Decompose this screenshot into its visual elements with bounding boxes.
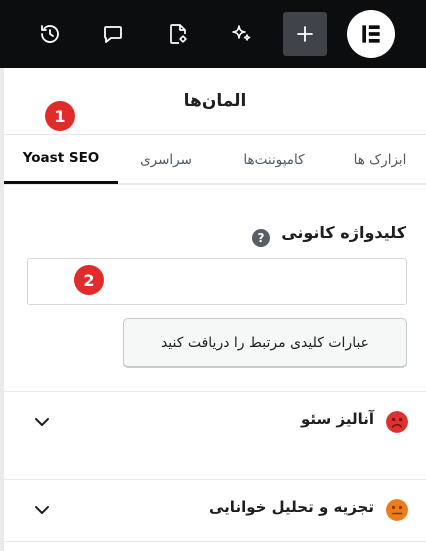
tab-yoast-seo[interactable]: Yoast SEO (4, 135, 118, 184)
elementor-logo (362, 25, 380, 43)
readability-analysis-title: تجزیه و تحلیل خوانایی (209, 498, 374, 516)
next-section-divider (4, 541, 426, 551)
ai-sparkle-icon (232, 25, 251, 41)
seo-analysis-title: آنالیز سئو (301, 410, 374, 428)
tab-global[interactable]: سراسری (118, 135, 214, 184)
chevron-down-icon[interactable] (32, 412, 52, 432)
annotation-badge-2: 2 (74, 265, 104, 295)
panel-tabs: ابزارک ها کامپوننت‌ها سراسری Yoast SEO (4, 134, 426, 184)
tab-components[interactable]: کامپوننت‌ها (216, 135, 332, 184)
readability-analysis-section[interactable]: تجزیه و تحلیل خوانایی (4, 479, 426, 537)
get-related-keyphrases-button[interactable]: عبارات کلیدی مرتبط را دریافت کنید (123, 318, 407, 367)
add-element-button[interactable] (283, 12, 327, 56)
comments-icon (104, 26, 122, 43)
history-icon (41, 25, 59, 43)
tab-widgets[interactable]: ابزارک ها (334, 135, 426, 184)
elementor-logo-button[interactable] (347, 10, 395, 58)
seo-analysis-section[interactable]: آنالیز سئو (4, 391, 426, 449)
ai-button[interactable] (219, 12, 263, 56)
neutral-face-icon (386, 499, 408, 521)
focus-keyphrase-label: کلیدواژه کانونی (281, 223, 406, 242)
history-button[interactable] (28, 12, 72, 56)
chevron-down-icon[interactable] (32, 500, 52, 520)
annotation-badge-1: 1 (45, 101, 75, 131)
page-settings-button[interactable] (156, 12, 200, 56)
editor-top-bar (0, 0, 426, 68)
sad-face-icon (386, 411, 408, 433)
page-settings-icon (170, 24, 187, 44)
comments-button[interactable] (91, 12, 135, 56)
help-icon[interactable]: ? (252, 229, 270, 247)
yoast-seo-panel: کلیدواژه کانونی ? 2 عبارات کلیدی مرتبط ر… (4, 184, 426, 551)
add-icon (297, 26, 313, 42)
